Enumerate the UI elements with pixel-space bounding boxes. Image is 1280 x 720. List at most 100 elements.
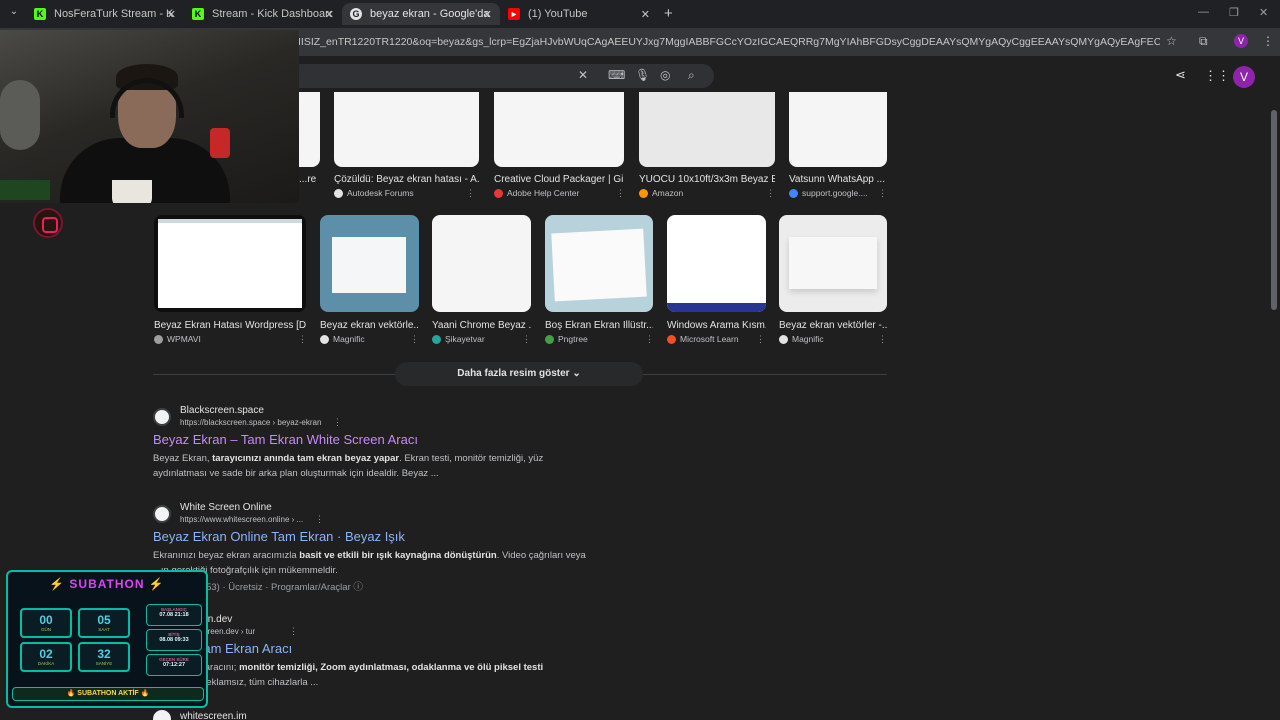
image-title[interactable]: Beyaz Ekran Hatası Wordpress [D... [154, 320, 306, 331]
image-thumbnail[interactable] [789, 92, 887, 167]
image-title[interactable]: Çözüldü: Beyaz ekran hatası - A... [334, 174, 479, 185]
image-thumbnail[interactable] [432, 215, 531, 312]
image-source[interactable]: Microsoft Learn [667, 334, 739, 344]
browser-profile-avatar[interactable]: V [1234, 34, 1248, 48]
search-icon[interactable]: ⌕ [688, 68, 695, 83]
search-result: Blackscreen.space https://blackscreen.sp… [153, 404, 593, 484]
close-icon[interactable]: ✕ [641, 8, 650, 21]
kick-icon: K [192, 8, 204, 20]
image-thumbnail[interactable] [299, 92, 320, 167]
more-options-icon[interactable]: ⋮ [645, 334, 654, 345]
more-options-icon[interactable]: ⋮ [289, 626, 298, 637]
image-title[interactable]: YUOCU 10x10ft/3x3m Beyaz E... [639, 174, 775, 185]
keyboard-icon[interactable]: ⌨ [608, 68, 625, 82]
browser-menu-icon[interactable]: ⋮ [1262, 34, 1274, 48]
account-avatar[interactable]: V [1233, 66, 1255, 88]
tab-title: (1) YouTube [528, 8, 588, 20]
image-thumbnail[interactable] [494, 92, 624, 167]
image-title[interactable]: Beyaz ekran vektörler -... [779, 320, 887, 331]
more-options-icon[interactable]: ⋮ [522, 334, 531, 345]
source-label: Microsoft Learn [680, 334, 739, 344]
more-options-icon[interactable]: ⋮ [315, 514, 324, 525]
result-snippet: ...yaz ekran aracını; monitör temizliği,… [153, 660, 593, 675]
image-thumbnail[interactable] [545, 215, 653, 312]
image-source[interactable]: Şikayetvar [432, 334, 485, 344]
image-title[interactable]: Beyaz ekran vektörle... [320, 320, 419, 331]
share-icon[interactable]: ⋖ [1175, 67, 1186, 83]
image-source[interactable]: Magnific [320, 334, 365, 344]
image-thumbnail[interactable] [154, 215, 306, 312]
more-options-icon[interactable]: ⋮ [756, 334, 765, 345]
more-options-icon[interactable]: ⋮ [466, 188, 475, 199]
image-title[interactable]: Vatsunn WhatsApp ... [789, 174, 887, 185]
image-thumbnail[interactable] [320, 215, 419, 312]
tab-kick-2[interactable]: K Stream - Kick Dashboard ✕ [184, 3, 342, 25]
new-tab-icon[interactable]: + [664, 5, 673, 22]
image-source[interactable]: Pngtree [545, 334, 588, 344]
lens-icon[interactable]: ◎ [660, 68, 670, 82]
result-title-link[interactable]: Beyaz Ekran – Tam Ekran White Screen Ara… [153, 432, 418, 447]
image-source[interactable]: Adobe Help Center [494, 188, 579, 198]
kick-icon: K [34, 8, 46, 20]
apps-grid-icon[interactable]: ⋮⋮ [1204, 68, 1230, 84]
webcam-led-light [0, 180, 50, 200]
image-thumbnail[interactable] [667, 215, 766, 312]
subathon-start: BAŞLANGIÇ 07.08 21:18 [146, 604, 202, 626]
image-source[interactable]: Autodesk Forums [334, 188, 414, 198]
subathon-status: 🔥 SUBATHON AKTİF 🔥 [12, 687, 204, 701]
address-bar[interactable]: IISIZ_enTR1220TR1220&oq=beyaz&gs_lcrp=Eg… [298, 33, 1160, 51]
more-options-icon[interactable]: ⋮ [616, 188, 625, 199]
minimize-icon[interactable]: — [1198, 6, 1209, 18]
image-thumbnail[interactable] [639, 92, 775, 167]
result-site-name[interactable]: Blackscreen.space [180, 405, 264, 416]
bookmark-star-icon[interactable]: ☆ [1166, 34, 1177, 48]
subathon-widget: ⚡ SUBATHON ⚡ 00 GÜN 05 SAAT 02 DAKİKA 32… [6, 570, 208, 708]
divider [153, 374, 395, 375]
close-icon[interactable]: ✕ [167, 8, 176, 21]
image-title[interactable]: Creative Cloud Packager | Gi... [494, 174, 624, 185]
image-source[interactable]: Magnific [779, 334, 824, 344]
more-options-icon[interactable]: ⋮ [298, 334, 307, 345]
close-icon[interactable]: ✕ [325, 8, 334, 21]
result-snippet-line: ... Ücretsiz, reklamsız, tüm cihazlarla … [153, 677, 319, 688]
tab-google[interactable]: G beyaz ekran - Google'da Ara ✕ [342, 3, 500, 25]
snippet-highlight: monitör temizliği, Zoom aydınlatması, od… [239, 662, 544, 673]
image-source[interactable]: WPMAVI [154, 334, 201, 344]
close-icon[interactable]: ✕ [483, 8, 492, 21]
result-site-name[interactable]: whitescreen.im [180, 711, 247, 720]
image-source[interactable]: Amazon [639, 188, 683, 198]
info-icon[interactable]: ⓘ [353, 582, 363, 593]
end-value: 08.08 09:33 [159, 637, 189, 643]
page-scrollbar[interactable] [1271, 110, 1277, 310]
tab-search-icon[interactable]: ⌄ [6, 6, 22, 22]
extensions-icon[interactable]: ⧉ [1199, 34, 1208, 49]
webcam-background-object [0, 80, 40, 150]
search-input[interactable] [298, 64, 714, 88]
clear-search-icon[interactable]: ✕ [578, 68, 588, 82]
window-close-icon[interactable]: ✕ [1259, 6, 1268, 19]
source-label: Amazon [652, 188, 684, 198]
result-url[interactable]: https://blackscreen.space › beyaz-ekran [180, 418, 321, 427]
image-title[interactable]: ...re [299, 174, 319, 185]
more-options-icon[interactable]: ⋮ [410, 334, 419, 345]
source-label: support.google.... [802, 188, 868, 198]
more-options-icon[interactable]: ⋮ [333, 417, 342, 428]
image-title[interactable]: Windows Arama Kısm... [667, 320, 766, 331]
tab-youtube[interactable]: ▶ (1) YouTube ✕ [500, 3, 658, 25]
maximize-icon[interactable]: ❐ [1229, 6, 1239, 19]
search-result: ...creen.dev ...hitescreen.dev › tur ⋮ .… [153, 613, 593, 693]
more-images-button[interactable]: Daha fazla resim göster ⌄ [395, 362, 643, 386]
tab-kick-1[interactable]: K NosFeraTurk Stream - Kick Dash ✕ [26, 3, 184, 25]
result-url[interactable]: https://www.whitescreen.online › ... [180, 515, 303, 524]
image-thumbnail[interactable] [779, 215, 887, 312]
image-title[interactable]: Boş Ekran Ekran İllüstr... [545, 320, 653, 331]
more-options-icon[interactable]: ⋮ [878, 188, 887, 199]
more-options-icon[interactable]: ⋮ [766, 188, 775, 199]
result-site-name[interactable]: White Screen Online [180, 502, 272, 513]
image-source[interactable]: support.google.... [789, 188, 868, 198]
microphone-icon[interactable]: 🎙 [635, 68, 650, 82]
more-options-icon[interactable]: ⋮ [878, 334, 887, 345]
result-title-link[interactable]: Beyaz Ekran Online Tam Ekran · Beyaz Işı… [153, 529, 405, 544]
image-thumbnail[interactable] [334, 92, 479, 167]
image-title[interactable]: Yaani Chrome Beyaz ... [432, 320, 531, 331]
